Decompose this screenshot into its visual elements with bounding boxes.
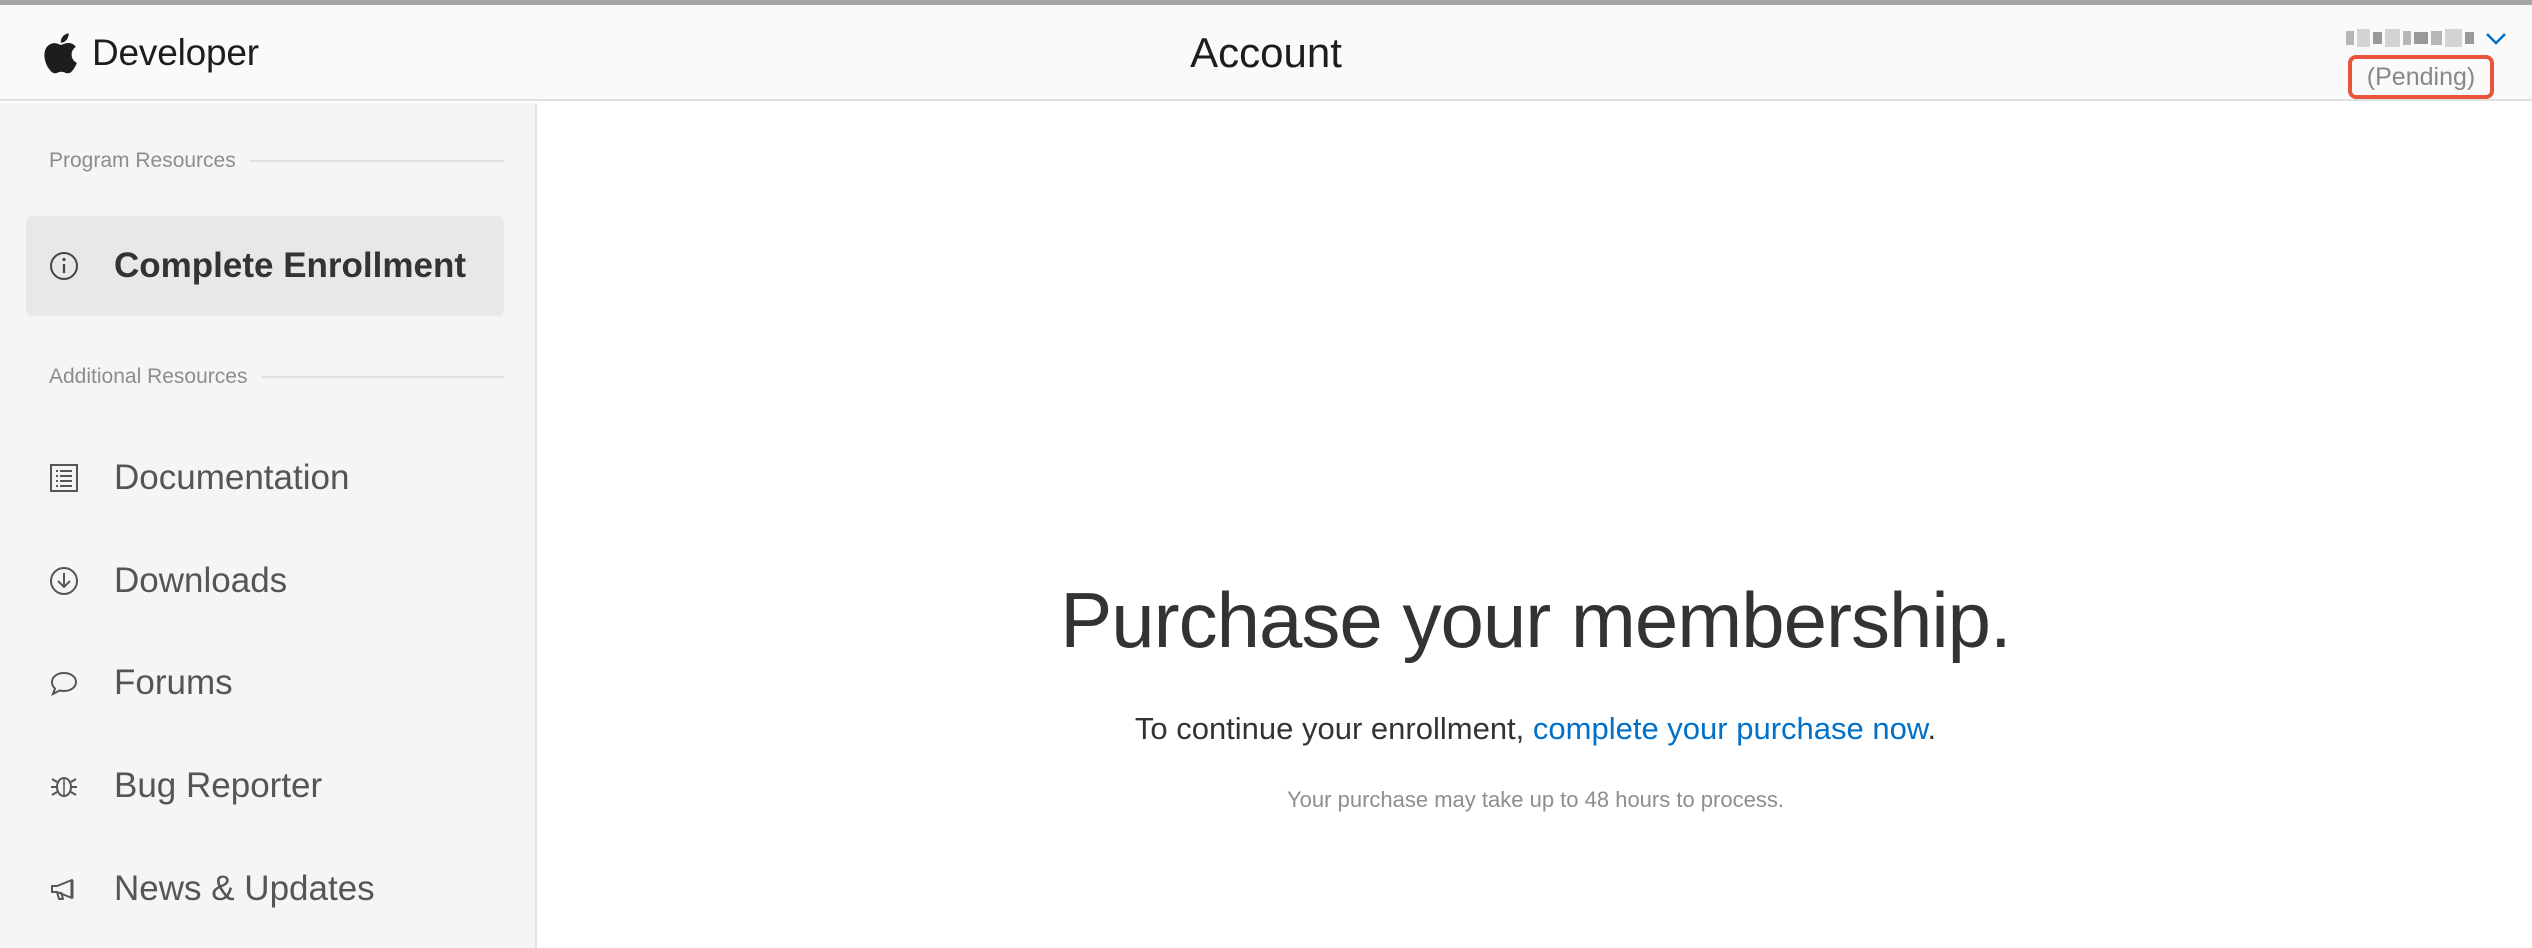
sidebar-item-forums[interactable]: Forums xyxy=(26,633,504,733)
purchase-headline: Purchase your membership. xyxy=(1060,576,2011,664)
document-icon xyxy=(48,462,80,494)
sidebar-item-label: News & Updates xyxy=(114,869,375,908)
section-program-resources: Program Resources xyxy=(49,149,504,173)
section-label: Program Resources xyxy=(49,149,236,172)
divider xyxy=(249,160,504,162)
sidebar: Program Resources Complete Enrollment Ad… xyxy=(0,103,537,948)
processing-note: Your purchase may take up to 48 hours to… xyxy=(1287,787,1784,812)
sidebar-item-downloads[interactable]: Downloads xyxy=(26,531,504,631)
megaphone-icon xyxy=(48,873,80,905)
sidebar-item-news-updates[interactable]: News & Updates xyxy=(26,839,504,939)
download-icon xyxy=(48,565,80,597)
global-header: Developer Account (Pending) xyxy=(0,5,2532,101)
section-label: Additional Resources xyxy=(49,365,248,388)
sidebar-item-label: Documentation xyxy=(114,458,350,497)
sidebar-item-documentation[interactable]: Documentation xyxy=(26,428,504,528)
complete-purchase-link[interactable]: complete your purchase now xyxy=(1533,711,1928,746)
sidebar-item-complete-enrollment[interactable]: Complete Enrollment xyxy=(26,216,504,316)
info-icon xyxy=(48,250,80,282)
section-additional-resources: Additional Resources xyxy=(49,365,504,389)
sidebar-item-label: Forums xyxy=(114,663,233,702)
account-status: (Pending) xyxy=(2366,62,2476,91)
account-name-redacted[interactable] xyxy=(2346,27,2474,49)
page-title: Account xyxy=(1190,29,1342,76)
subline-prefix: To continue your enrollment, xyxy=(1134,711,1533,746)
chevron-down-icon[interactable] xyxy=(2484,29,2508,49)
main-content: Purchase your membership. To continue yo… xyxy=(539,103,2532,948)
sidebar-item-label: Bug Reporter xyxy=(114,766,323,805)
sidebar-item-label: Downloads xyxy=(114,561,288,600)
subline-suffix: . xyxy=(1927,711,1937,746)
account-status-highlight: (Pending) xyxy=(2348,55,2494,99)
sidebar-item-bug-reporter[interactable]: Bug Reporter xyxy=(26,736,504,836)
speech-bubble-icon xyxy=(48,667,80,699)
sidebar-item-label: Complete Enrollment xyxy=(114,246,466,285)
divider xyxy=(261,376,504,378)
bug-icon xyxy=(48,770,80,802)
purchase-instructions: To continue your enrollment, complete yo… xyxy=(539,709,2532,749)
